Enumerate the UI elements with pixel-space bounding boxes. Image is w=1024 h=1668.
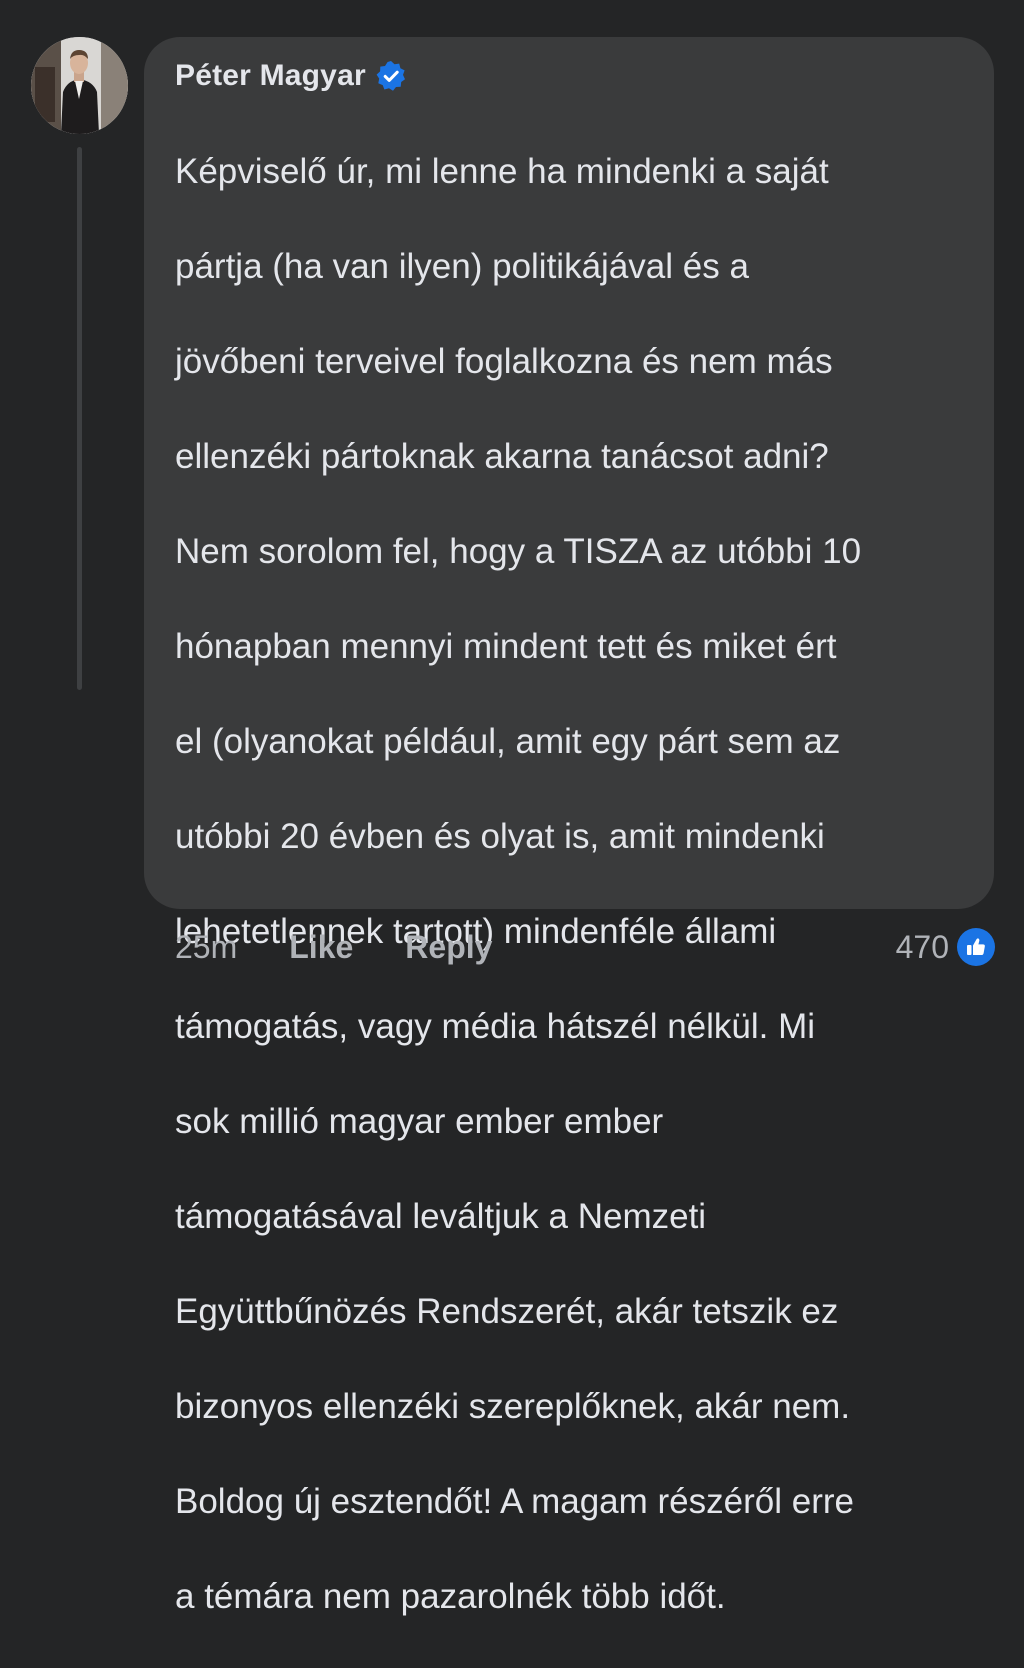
comment-line: Boldog új esztendőt! A magam részéről er…: [175, 1481, 854, 1521]
thumbs-up-icon: [957, 928, 995, 966]
comment-text: Képviselő úr, mi lenne ha mindenki a saj…: [175, 100, 966, 1668]
comment-line: bizonyos ellenzéki szereplőknek, akár ne…: [175, 1386, 851, 1426]
author-name[interactable]: Péter Magyar: [175, 59, 366, 93]
comment-line: a témára nem pazarolnék több időt.: [175, 1576, 726, 1616]
comment-line: sok millió magyar ember ember: [175, 1101, 664, 1141]
avatar[interactable]: [31, 37, 128, 134]
comment-line: ellenzéki pártoknak akarna tanácsot adni…: [175, 436, 829, 476]
like-button[interactable]: Like: [289, 929, 353, 966]
comment-line: el (olyanokat például, amit egy párt sem…: [175, 721, 841, 761]
comment-line: hónapban mennyi mindent tett és miket ér…: [175, 626, 837, 666]
comment-timestamp[interactable]: 25m: [175, 929, 237, 966]
comment-line: támogatás, vagy média hátszél nélkül. Mi: [175, 1006, 816, 1046]
comment-line: pártja (ha van ilyen) politikájával és a: [175, 246, 749, 286]
comment-line: támogatásával leváltjuk a Nemzeti: [175, 1196, 707, 1236]
profile-photo: [31, 37, 128, 134]
verified-badge-icon: [375, 60, 407, 92]
reply-button[interactable]: Reply: [405, 929, 492, 966]
comment-line: utóbbi 20 évben és olyat is, amit minden…: [175, 816, 825, 856]
thread-line: [77, 147, 82, 690]
comment-header: Péter Magyar: [175, 55, 966, 97]
reaction-count: 470: [895, 928, 949, 965]
comment-bubble: Péter Magyar Képviselő úr, mi lenne ha m…: [144, 37, 994, 1616]
comment-line: Együttbűnözés Rendszerét, akár tetszik e…: [175, 1291, 839, 1331]
comment-line: Nem sorolom fel, hogy a TISZA az utóbbi …: [175, 531, 862, 571]
comment-line: jövőbeni terveivel foglalkozna és nem má…: [175, 341, 833, 381]
comment-actions: 25m Like Reply: [175, 925, 492, 969]
comment-line: Képviselő úr, mi lenne ha mindenki a saj…: [175, 151, 829, 191]
reaction-summary[interactable]: 470: [896, 925, 995, 969]
